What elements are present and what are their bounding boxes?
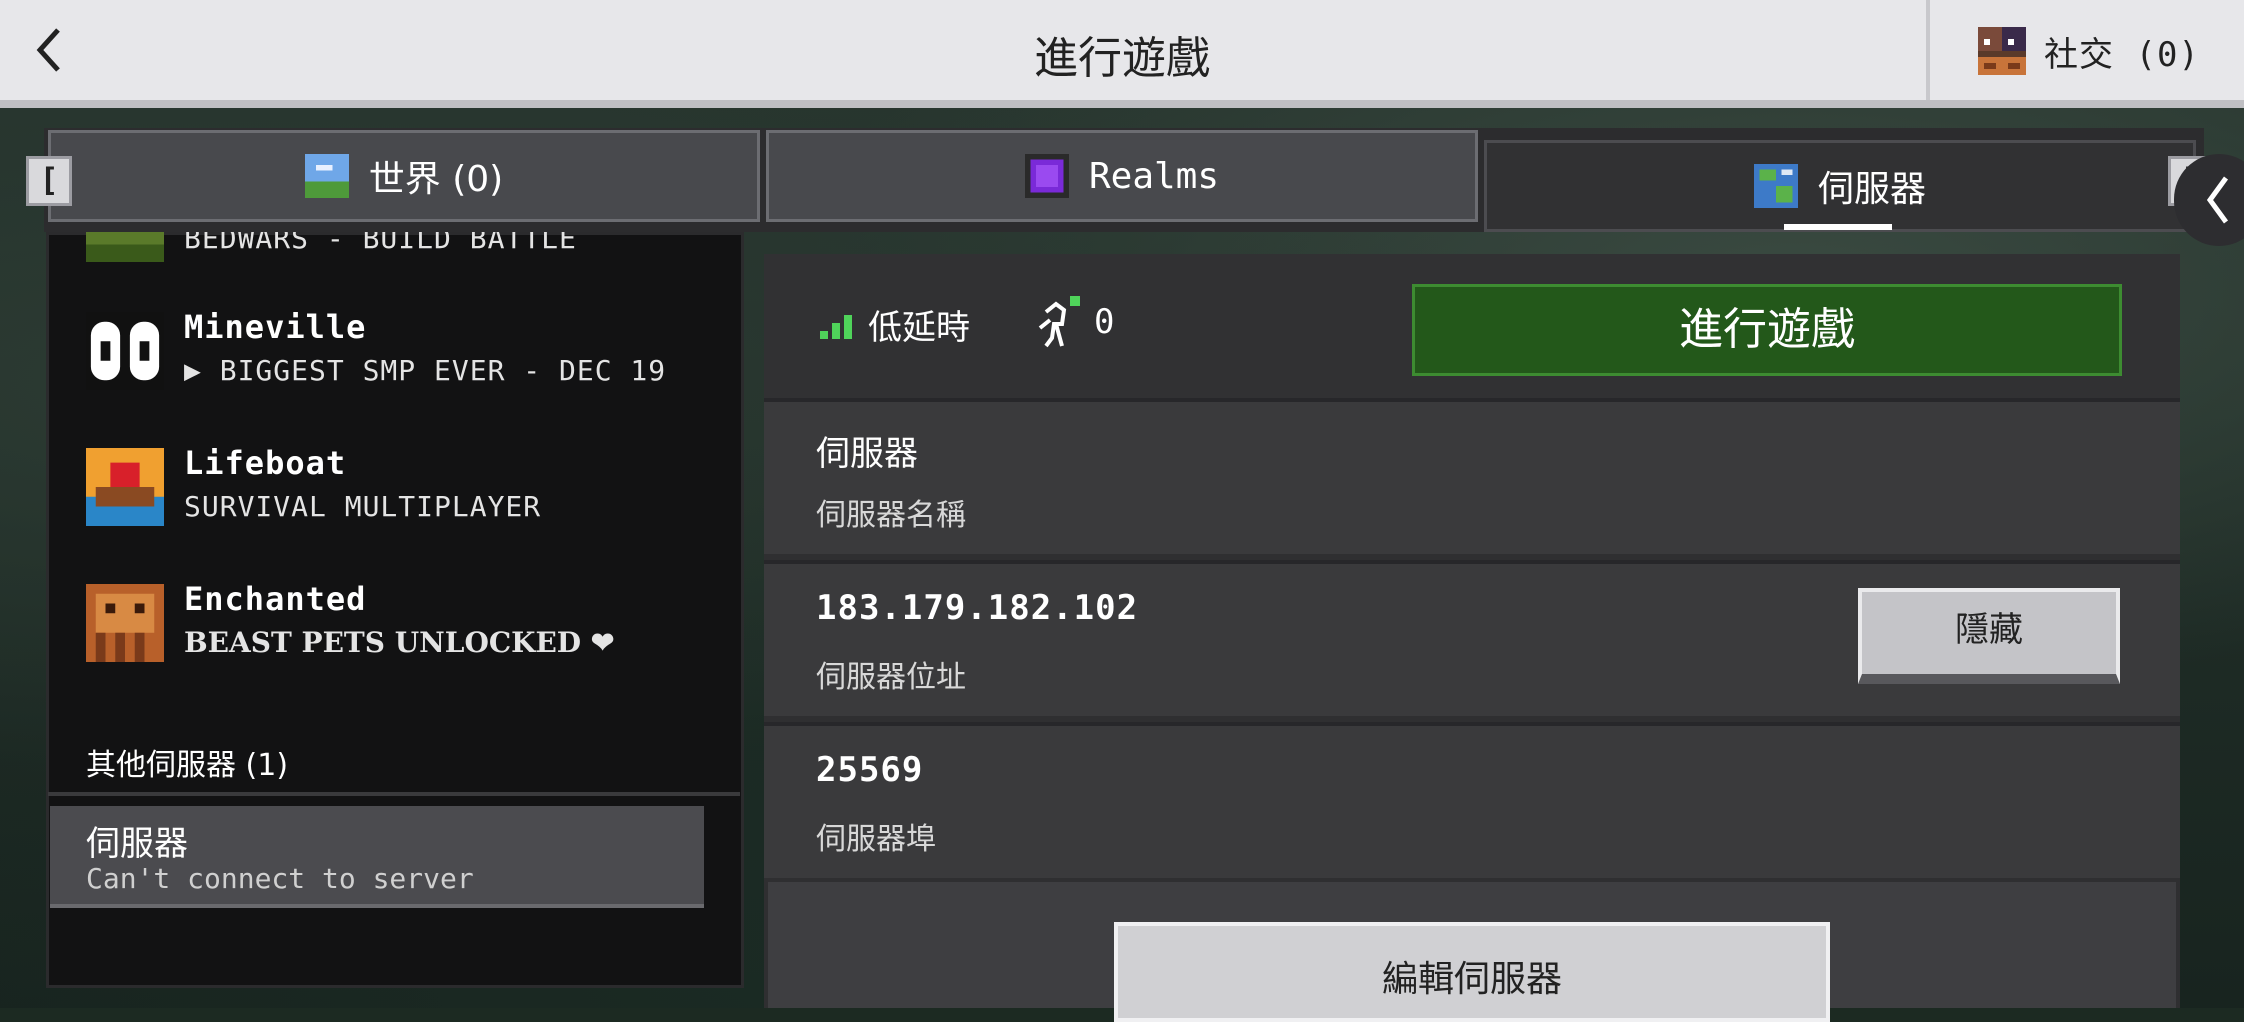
selected-tab-indicator <box>1784 224 1892 230</box>
realms-icon <box>1024 154 1069 198</box>
tab-realms-label: Realms <box>1088 155 1220 197</box>
server-port-value: 25569 <box>816 750 924 790</box>
server-address-field[interactable]: 183.179.182.102 伺服器位址 隱藏 <box>764 560 2180 716</box>
other-server-item[interactable]: 伺服器 Can't connect to server <box>50 806 704 908</box>
page-title: 進行遊戲 <box>1034 33 1210 84</box>
server-name: 伺服器 <box>86 824 188 864</box>
player-count-value: 0 <box>1094 302 1115 342</box>
server-thumbnail <box>86 232 164 262</box>
server-name: Mineville <box>184 308 367 346</box>
divider <box>1926 0 1930 100</box>
list-item[interactable]: BEDWARS - BUILD BATTLE <box>86 232 726 262</box>
world-icon <box>304 154 349 198</box>
tab-servers-label: 伺服器 <box>1817 169 1926 210</box>
latency-label: 低延時 <box>868 308 970 348</box>
top-bar-shadow <box>0 100 2244 108</box>
server-address-value: 183.179.182.102 <box>816 588 1139 628</box>
chevron-left-icon <box>2206 176 2229 224</box>
globe-icon <box>1753 164 1798 208</box>
latency-indicator: 低延時 <box>820 300 970 349</box>
server-thumbnail <box>86 312 164 390</box>
server-subtitle: ▶ BIGGEST SMP EVER - DEC 19 <box>184 354 667 387</box>
server-address-label: 伺服器位址 <box>816 660 966 695</box>
signal-icon <box>820 314 852 339</box>
divider <box>48 792 740 796</box>
server-subtitle: BEAST PETS UNLOCKED ❤ <box>184 626 615 659</box>
edit-server-button[interactable]: 編輯伺服器 <box>1114 922 1830 1022</box>
social-label: 社交 (0) <box>2044 34 2200 75</box>
hide-address-button[interactable]: 隱藏 <box>1858 588 2120 684</box>
server-port-field[interactable]: 25569 伺服器埠 <box>764 722 2180 878</box>
server-port-label: 伺服器埠 <box>816 822 936 857</box>
play-button[interactable]: 進行遊戲 <box>1412 284 2122 376</box>
social-button[interactable]: 社交 (0) <box>1978 26 2200 76</box>
server-subtitle: BEDWARS - BUILD BATTLE <box>184 232 577 255</box>
tab-worlds-label: 世界 (0) <box>368 159 504 200</box>
server-name-label: 伺服器名稱 <box>816 498 966 533</box>
server-name-field[interactable]: 伺服器 伺服器名稱 <box>764 398 2180 554</box>
server-thumbnail <box>86 584 164 662</box>
list-item[interactable]: Lifeboat SURVIVAL MULTIPLAYER <box>86 438 726 538</box>
tab-worlds[interactable]: 世界 (0) <box>48 130 760 222</box>
tab-servers[interactable]: 伺服器 <box>1484 140 2196 232</box>
server-name: Enchanted <box>184 580 367 618</box>
top-bar: 進行遊戲 社交 (0) <box>0 0 2244 100</box>
left-bumper-hint: [ <box>26 156 72 206</box>
friends-avatar-icon <box>1978 27 2026 75</box>
player-count: 0 <box>1032 294 1114 350</box>
player-icon <box>1038 296 1080 348</box>
other-servers-heading: 其他伺服器 (1) <box>86 748 289 783</box>
server-status: Can't connect to server <box>86 862 474 895</box>
tab-realms[interactable]: Realms <box>766 130 1478 222</box>
server-subtitle: SURVIVAL MULTIPLAYER <box>184 490 542 523</box>
server-name-value: 伺服器 <box>816 434 918 474</box>
list-item[interactable]: Enchanted BEAST PETS UNLOCKED ❤ <box>86 574 726 674</box>
server-name: Lifeboat <box>184 444 347 482</box>
server-thumbnail <box>86 448 164 526</box>
list-item[interactable]: Mineville ▶ BIGGEST SMP EVER - DEC 19 <box>86 302 726 402</box>
